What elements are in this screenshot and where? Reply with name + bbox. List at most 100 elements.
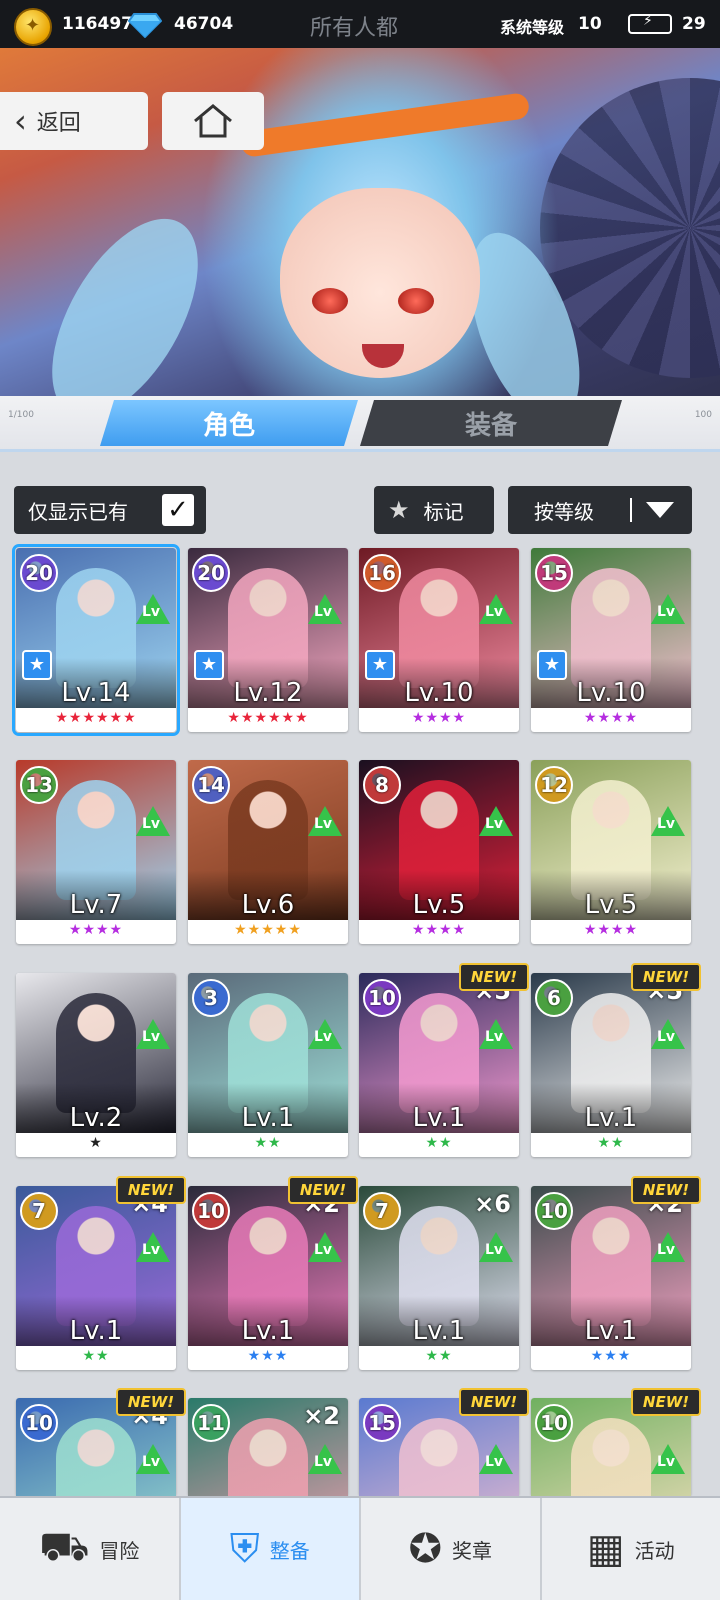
character-card[interactable]: 13 Lv Lv.7 ★★★★ [16,760,176,944]
rarity-stars: ★★ [254,1135,282,1151]
rank-badge: 16 [363,554,401,592]
level-up-icon: Lv [136,594,170,624]
new-tag: NEW! [288,1176,358,1204]
bottom-nav: ⛟ 冒险 ⛨ 整备 ✪ 奖章 ▦ 活动 [0,1496,720,1600]
level-up-icon: Lv [651,594,685,624]
character-card[interactable]: 14 Lv Lv.6 ★★★★★ [188,760,348,944]
character-card[interactable]: 7 Lv ×6 Lv.1 ★★ [359,1186,519,1370]
nav-equip-label: 整备 [269,1538,310,1563]
character-card[interactable]: 15 Lv ★ Lv.10 ★★★★ [531,548,691,732]
character-card[interactable]: 3 Lv Lv.1 ★★ [188,973,348,1157]
diamond-icon [128,13,162,38]
owned-only-checkbox[interactable]: ✓ [162,494,194,526]
owned-only-filter[interactable]: 仅显示已有 ✓ [14,486,206,534]
character-level: Lv.10 [576,678,646,708]
mark-button[interactable]: ★ 标记 [374,486,494,534]
favorite-star-icon[interactable]: ★ [22,650,52,680]
sort-label: 按等级 [534,499,594,524]
character-card[interactable]: 10 Lv ×4 NEW! [16,1388,186,1558]
truck-icon: ⛟ [39,1523,90,1570]
home-button[interactable] [162,92,264,150]
character-level: Lv.1 [241,1316,295,1346]
rank-badge: 6 [535,979,573,1017]
character-card[interactable]: 10 Lv ×2 NEW! Lv.1 ★★★ [188,1176,358,1370]
rank-badge: 3 [192,979,230,1017]
rank-badge: 10 [192,1192,230,1230]
nav-events[interactable]: ▦ 活动 [542,1498,720,1600]
character-card[interactable]: 7 Lv ×4 NEW! Lv.1 ★★ [16,1176,186,1370]
calendar-icon: ▦ [586,1526,625,1572]
rarity-stars: ★★★★★★ [227,710,309,726]
character-card[interactable]: 12 Lv Lv.5 ★★★★ [531,760,691,944]
sort-dropdown[interactable]: 按等级 [508,486,692,534]
rarity-stars: ★★★★★ [234,922,302,938]
duplicate-count: ×2 [303,1402,340,1430]
rank-badge: 10 [20,1404,58,1442]
tab-equipment[interactable]: 装备 [360,400,622,446]
character-card[interactable]: 10 Lv NEW! [531,1388,701,1558]
character-card[interactable]: 10 Lv ×2 NEW! Lv.1 ★★★ [531,1176,701,1370]
rarity-stars: ★ [89,1135,103,1151]
rarity-stars: ★★★★ [68,922,124,938]
nav-equip[interactable]: ⛨ 整备 [180,1498,361,1600]
character-card[interactable]: 8 Lv Lv.5 ★★★★ [359,760,519,944]
character-card[interactable]: 15 Lv NEW! [359,1388,529,1558]
character-card[interactable]: 10 Lv ×5 NEW! Lv.1 ★★ [359,963,529,1157]
rank-badge: 10 [535,1192,573,1230]
level-up-icon: Lv [136,806,170,836]
rank-badge: 20 [192,554,230,592]
system-level-value: 10 [578,14,602,34]
level-up-icon: Lv [479,594,513,624]
level-up-icon: Lv [651,1232,685,1262]
new-tag: NEW! [459,1388,529,1416]
level-up-icon: Lv [308,594,342,624]
character-card[interactable]: 20 Lv ★ Lv.12 ★★★★★★ [188,548,348,732]
nav-adventure[interactable]: ⛟ 冒险 [0,1498,181,1600]
star-icon: ★ [388,496,410,524]
character-level: Lv.12 [233,678,303,708]
home-icon [194,104,232,138]
character-card[interactable]: Lv Lv.2 ★ [16,973,176,1157]
rarity-stars: ★★ [82,1348,110,1364]
rarity-stars: ★★★★ [583,922,639,938]
nav-medal[interactable]: ✪ 奖章 [361,1498,542,1600]
system-level-label: 系统等级 [500,18,565,37]
new-tag: NEW! [459,963,529,991]
character-card[interactable]: 6 Lv ×5 NEW! Lv.1 ★★ [531,963,701,1157]
character-level: Lv.1 [241,1103,295,1133]
favorite-star-icon[interactable]: ★ [537,650,567,680]
character-card[interactable]: 20 Lv ★ Lv.14 ★★★★★★ [12,544,180,736]
level-up-icon: Lv [308,806,342,836]
tab-strip: 1/100 角色 装备 100 [0,396,720,452]
rarity-stars: ★★ [425,1135,453,1151]
character-level: Lv.1 [69,1316,123,1346]
coin-count: 116497 [62,14,133,34]
character-card[interactable]: 16 Lv ★ Lv.10 ★★★★ [359,548,519,732]
rarity-stars: ★★ [425,1348,453,1364]
favorite-star-icon[interactable]: ★ [194,650,224,680]
level-up-icon: Lv [308,1444,342,1474]
rank-badge: 8 [363,766,401,804]
level-up-icon: Lv [479,806,513,836]
owned-only-label: 仅显示已有 [28,499,128,524]
rarity-stars: ★★★★ [583,710,639,726]
level-up-icon: Lv [136,1444,170,1474]
character-level: Lv.6 [241,890,295,920]
nav-medal-label: 奖章 [452,1538,492,1563]
level-up-icon: Lv [651,806,685,836]
new-tag: NEW! [116,1388,186,1416]
character-level: Lv.10 [404,678,474,708]
armor-icon: ⛨ [229,1526,260,1572]
character-card[interactable]: 11 Lv ×2 [188,1398,348,1558]
level-up-icon: Lv [651,1444,685,1474]
favorite-star-icon[interactable]: ★ [365,650,395,680]
tab-role[interactable]: 角色 [100,400,358,446]
rank-badge: 13 [20,766,58,804]
rank-badge: 15 [535,554,573,592]
level-up-icon: Lv [136,1232,170,1262]
level-up-icon: Lv [136,1019,170,1049]
rarity-stars: ★★★★ [411,922,467,938]
chevron-left-icon: ‹ [14,102,27,140]
decorative-text-right: 100 [694,410,712,420]
back-button[interactable]: ‹ 返回 [0,92,148,150]
